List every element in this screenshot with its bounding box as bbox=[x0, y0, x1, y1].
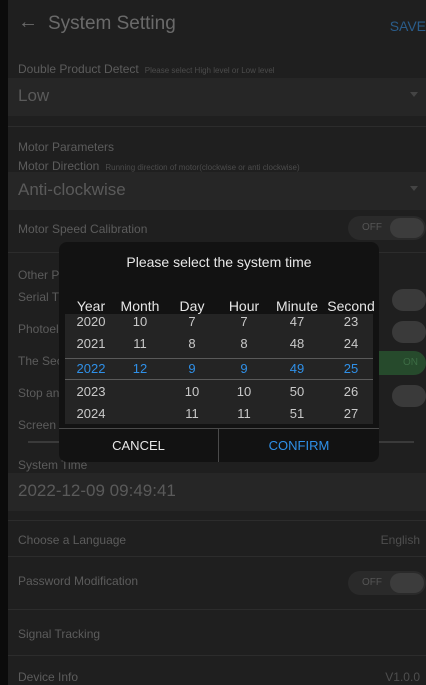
other-section-title: Other P bbox=[18, 268, 60, 282]
second-option[interactable]: 27 bbox=[323, 404, 379, 424]
serial-toggle[interactable] bbox=[392, 289, 426, 311]
dropdown-arrow-icon bbox=[410, 92, 418, 97]
motor-direction-title: Motor Direction bbox=[18, 159, 100, 173]
minute-option[interactable]: 51 bbox=[269, 404, 325, 424]
dialog-title: Please select the system time bbox=[126, 254, 312, 270]
divider bbox=[8, 126, 426, 127]
year-option[interactable]: 2024 bbox=[67, 404, 115, 424]
year-option[interactable]: 2022 bbox=[67, 359, 115, 379]
motor-speed-toggle-text: OFF bbox=[362, 222, 382, 233]
motor-direction-value: Anti-clockwise bbox=[18, 180, 126, 199]
day-option[interactable]: 9 bbox=[169, 359, 215, 379]
photoelectric-toggle[interactable] bbox=[392, 321, 426, 343]
month-option[interactable]: 10 bbox=[115, 312, 165, 332]
day-option[interactable]: 11 bbox=[169, 404, 215, 424]
dropdown-arrow-icon bbox=[410, 186, 418, 191]
day-option[interactable]: 8 bbox=[169, 334, 215, 354]
selection-line-bottom bbox=[65, 379, 373, 380]
toggle-knob bbox=[390, 573, 424, 593]
minute-option[interactable]: 47 bbox=[269, 312, 325, 332]
password-label: Password Modification bbox=[18, 574, 139, 588]
double-product-hint: Please select High level or Low level bbox=[144, 66, 275, 75]
year-option[interactable]: 2023 bbox=[67, 382, 115, 402]
minute-option[interactable]: 49 bbox=[269, 359, 325, 379]
password-toggle[interactable]: OFF bbox=[348, 571, 426, 595]
second-option[interactable]: 24 bbox=[323, 334, 379, 354]
back-arrow-icon[interactable]: ← bbox=[18, 12, 38, 32]
language-value[interactable]: English bbox=[381, 533, 420, 547]
minute-option[interactable]: 50 bbox=[269, 382, 325, 402]
day-option[interactable]: 7 bbox=[169, 312, 215, 332]
motor-direction-label: Motor Direction Running direction of moto… bbox=[18, 159, 300, 173]
month-option[interactable]: 12 bbox=[115, 359, 165, 379]
divider bbox=[8, 655, 426, 656]
double-product-title: Double Product Detect bbox=[18, 62, 139, 76]
hour-option[interactable]: 10 bbox=[219, 382, 269, 402]
hour-option[interactable]: 9 bbox=[219, 359, 269, 379]
version-text: V1.0.0 bbox=[385, 670, 420, 684]
stop-toggle[interactable] bbox=[392, 385, 426, 407]
password-toggle-text: OFF bbox=[362, 577, 382, 588]
time-picker-dialog: Please select the system time Year Month… bbox=[59, 242, 379, 462]
year-option[interactable]: 2021 bbox=[67, 334, 115, 354]
double-product-select[interactable]: Low bbox=[8, 78, 426, 116]
motor-direction-select[interactable]: Anti-clockwise bbox=[8, 172, 426, 210]
month-option[interactable] bbox=[115, 382, 165, 402]
motor-speed-label: Motor Speed Calibration bbox=[18, 222, 148, 236]
device-info-label: Device Info bbox=[18, 670, 79, 684]
month-option[interactable]: 11 bbox=[115, 334, 165, 354]
language-label: Choose a Language bbox=[18, 533, 127, 547]
double-product-value: Low bbox=[18, 86, 50, 105]
serial-label: Serial Tr bbox=[18, 290, 63, 304]
page-title: System Setting bbox=[48, 13, 176, 34]
toggle-knob bbox=[390, 218, 424, 238]
hour-option[interactable]: 8 bbox=[219, 334, 269, 354]
hour-option[interactable]: 11 bbox=[219, 404, 269, 424]
second-option[interactable]: 23 bbox=[323, 312, 379, 332]
day-option[interactable]: 10 bbox=[169, 382, 215, 402]
second-toggle-text: ON bbox=[403, 357, 418, 368]
save-button[interactable]: SAVE bbox=[390, 18, 426, 34]
motor-direction-hint: Running direction of motor(clockwise or … bbox=[105, 163, 300, 172]
second-option[interactable]: 26 bbox=[323, 382, 379, 402]
divider bbox=[8, 556, 426, 557]
double-product-label: Double Product Detect Please select High … bbox=[18, 62, 275, 76]
confirm-button[interactable]: CONFIRM bbox=[219, 429, 379, 462]
signal-tracking-label[interactable]: Signal Tracking bbox=[18, 627, 100, 641]
hour-option[interactable]: 7 bbox=[219, 312, 269, 332]
system-time-field[interactable]: 2022-12-09 09:49:41 bbox=[8, 473, 426, 511]
year-option[interactable]: 2020 bbox=[67, 312, 115, 332]
system-time-value: 2022-12-09 09:49:41 bbox=[18, 481, 176, 500]
second-label: The Sec bbox=[18, 354, 63, 368]
divider bbox=[8, 609, 426, 610]
cancel-button[interactable]: CANCEL bbox=[59, 429, 218, 462]
motor-section-title: Motor Parameters bbox=[18, 140, 115, 154]
month-option[interactable] bbox=[115, 404, 165, 424]
motor-speed-toggle[interactable]: OFF bbox=[348, 216, 426, 240]
header: ← System Setting SAVE bbox=[8, 0, 426, 48]
minute-option[interactable]: 48 bbox=[269, 334, 325, 354]
second-option[interactable]: 25 bbox=[323, 359, 379, 379]
divider bbox=[8, 520, 426, 521]
